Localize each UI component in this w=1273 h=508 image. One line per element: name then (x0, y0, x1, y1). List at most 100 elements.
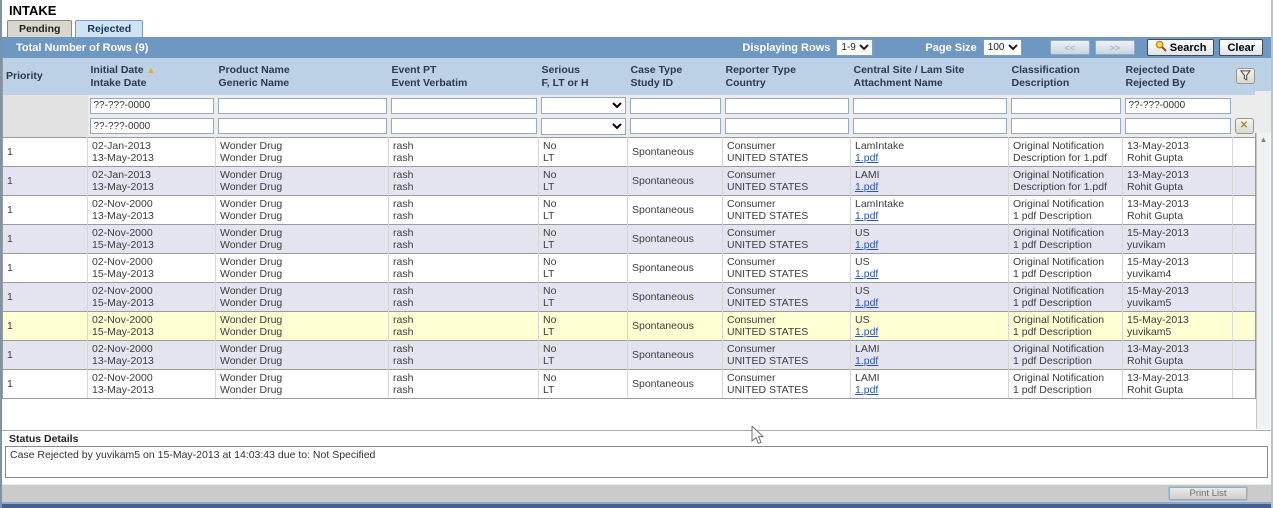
clear-button[interactable]: Clear (1219, 39, 1263, 56)
filter-reporter-input-1[interactable] (724, 97, 849, 114)
vertical-scrollbar[interactable]: ▲ (1256, 133, 1270, 429)
attachment-link[interactable]: 1.pdf (855, 152, 878, 164)
filter-serious-select-1[interactable] (540, 97, 626, 114)
row-end-cell (1232, 310, 1256, 340)
column-header-classification[interactable]: Classification Description (1008, 58, 1123, 95)
cell-priority: 1 (2, 136, 88, 166)
filter-priority-cell-2 (2, 116, 88, 137)
search-icon (1155, 40, 1167, 55)
column-header-serious[interactable]: Serious F, LT or H (538, 58, 628, 95)
cell-site: LAMI 1.pdf (850, 339, 1009, 369)
cell-reporter: Consumer UNITED STATES (722, 194, 851, 224)
filter-initial-date-input-2[interactable] (89, 118, 214, 135)
displaying-rows-select[interactable]: 1-9 (836, 39, 874, 56)
cell-serious: No LT (538, 281, 628, 311)
cell-product: Wonder Drug Wonder Drug (215, 310, 389, 340)
filter-initial-date-input-1[interactable] (89, 97, 214, 114)
attachment-link[interactable]: 1.pdf (855, 239, 878, 251)
cell-event: rash rash (388, 339, 539, 369)
cell-priority: 1 (2, 281, 88, 311)
print-list-button[interactable]: Print List (1169, 487, 1247, 500)
filter-site-input-2[interactable] (852, 118, 1007, 135)
table-row[interactable]: 1 02-Nov-2000 15-May-2013 Wonder Drug Wonder… (2, 310, 1256, 340)
filter-product-input-1[interactable] (217, 97, 387, 114)
column-header-event-pt[interactable]: Event PT Event Verbatim (388, 58, 539, 95)
column-header-filter (1232, 58, 1256, 95)
filter-case-type-input-1[interactable] (629, 97, 721, 114)
filter-event-input-2[interactable] (390, 118, 537, 135)
table-row[interactable]: 1 02-Jan-2013 13-May-2013 Wonder Drug Wonder… (2, 165, 1256, 195)
column-header-reporter-type[interactable]: Reporter Type Country (722, 58, 851, 95)
search-button-label: Search (1169, 41, 1207, 54)
attachment-link[interactable]: 1.pdf (855, 181, 878, 193)
cell-product: Wonder Drug Wonder Drug (215, 368, 389, 399)
cell-product: Wonder Drug Wonder Drug (215, 165, 389, 195)
tab-rejected[interactable]: Rejected (75, 20, 144, 37)
cell-site: US 1.pdf (850, 223, 1009, 253)
filter-classification-input-2[interactable] (1010, 118, 1121, 135)
cell-serious: No LT (538, 339, 628, 369)
column-header-rejected-date[interactable]: Rejected Date Rejected By (1122, 58, 1233, 95)
column-header-priority[interactable]: Priority (2, 58, 88, 95)
filter-reporter-input-2[interactable] (724, 118, 849, 135)
cell-case-type: Spontaneous (627, 368, 723, 399)
cell-classification: Original Notification 1 pdf Description (1008, 310, 1123, 340)
sort-ascending-icon: ▲ (146, 64, 156, 75)
table-row[interactable]: 1 02-Nov-2000 13-May-2013 Wonder Drug Wonder… (2, 368, 1256, 399)
page-size-select[interactable]: 100 (982, 39, 1022, 56)
cell-case-type: Spontaneous (627, 310, 723, 340)
next-page-button[interactable]: >> (1094, 40, 1135, 55)
cell-classification: Original Notification 1 pdf Description (1008, 339, 1123, 369)
tab-pending[interactable]: Pending (7, 20, 73, 37)
column-header-product-name[interactable]: Product Name Generic Name (215, 58, 389, 95)
cell-case-type: Spontaneous (627, 223, 723, 253)
table-row[interactable]: 1 02-Nov-2000 13-May-2013 Wonder Drug Wonder… (2, 194, 1256, 224)
filter-rejected-date-input-2[interactable] (1124, 118, 1231, 135)
cell-event: rash rash (388, 310, 539, 340)
attachment-link[interactable]: 1.pdf (855, 297, 878, 309)
filter-rejected-date-input-1[interactable] (1124, 97, 1231, 114)
cell-reporter: Consumer UNITED STATES (722, 368, 851, 399)
intake-window: INTAKE Pending Rejected Total Number of … (0, 0, 1273, 508)
filter-case-type-input-2[interactable] (629, 118, 721, 135)
clear-filters-button[interactable]: ✕ (1234, 118, 1254, 135)
attachment-link[interactable]: 1.pdf (855, 210, 878, 222)
table-row[interactable]: 1 02-Nov-2000 15-May-2013 Wonder Drug Wonder… (2, 223, 1256, 253)
cell-case-type: Spontaneous (627, 194, 723, 224)
previous-page-button[interactable]: << (1049, 40, 1090, 55)
attachment-link[interactable]: 1.pdf (855, 384, 878, 396)
filter-funnel-button[interactable] (1235, 68, 1255, 85)
table-row[interactable]: 1 02-Nov-2000 15-May-2013 Wonder Drug Wonder… (2, 281, 1256, 311)
cell-product: Wonder Drug Wonder Drug (215, 194, 389, 224)
cell-priority: 1 (2, 368, 88, 399)
cell-dates: 02-Jan-2013 13-May-2013 (87, 136, 216, 166)
status-message: Case Rejected by yuvikam5 on 15-May-2013… (10, 449, 376, 461)
row-end-cell (1232, 136, 1256, 166)
filter-classification-input-1[interactable] (1010, 97, 1121, 114)
attachment-link[interactable]: 1.pdf (855, 268, 878, 280)
filter-event-input-1[interactable] (390, 97, 537, 114)
column-header-case-type[interactable]: Case Type Study ID (627, 58, 723, 95)
cell-rejected: 13-May-2013 Rohit Gupta (1122, 165, 1233, 195)
cell-priority: 1 (2, 223, 88, 253)
status-details-box: Case Rejected by yuvikam5 on 15-May-2013… (5, 446, 1268, 478)
search-button[interactable]: Search (1146, 39, 1215, 56)
attachment-link[interactable]: 1.pdf (855, 355, 878, 367)
table-row[interactable]: 1 02-Jan-2013 13-May-2013 Wonder Drug Wonder… (2, 136, 1256, 166)
table-row[interactable]: 1 02-Nov-2000 13-May-2013 Wonder Drug Wonder… (2, 339, 1256, 369)
cell-product: Wonder Drug Wonder Drug (215, 252, 389, 282)
footer-bar: Print List (2, 484, 1271, 502)
total-rows-label: Total Number of Rows (9) (16, 41, 149, 54)
window-bottom-edge (2, 502, 1271, 508)
row-end-cell (1232, 339, 1256, 369)
cell-event: rash rash (388, 136, 539, 166)
cell-site: LAMI 1.pdf (850, 368, 1009, 399)
column-header-central-site[interactable]: Central Site / Lam Site Attachment Name (850, 58, 1009, 95)
scroll-up-icon[interactable]: ▲ (1257, 133, 1270, 146)
filter-product-input-2[interactable] (217, 118, 387, 135)
filter-serious-select-2[interactable] (540, 117, 626, 135)
attachment-link[interactable]: 1.pdf (855, 326, 878, 338)
table-row[interactable]: 1 02-Nov-2000 15-May-2013 Wonder Drug Wonder… (2, 252, 1256, 282)
column-header-initial-date[interactable]: Initial Date ▲ Intake Date (87, 58, 216, 95)
filter-site-input-1[interactable] (852, 97, 1007, 114)
